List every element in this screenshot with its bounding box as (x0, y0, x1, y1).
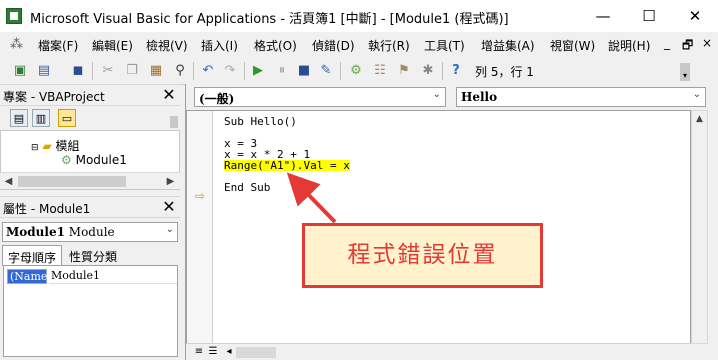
scroll-right-icon[interactable]: ▶ (162, 173, 179, 190)
code-hscroll-thumb[interactable] (236, 347, 276, 358)
design-mode-icon[interactable]: ✎ (316, 61, 336, 81)
chevron-down-icon: ⌄ (692, 89, 701, 100)
annotation-text: 程式錯誤位置 (347, 242, 498, 268)
doc-minimize-button[interactable]: _ (664, 36, 670, 50)
project-explorer-icon[interactable]: ⚙ (346, 61, 366, 81)
object-combo-value: (一般) (199, 92, 235, 106)
tab-categorized[interactable]: 性質分類 (64, 245, 122, 266)
reset-icon[interactable]: ■ (294, 61, 314, 81)
undo-icon[interactable]: ↶ (198, 61, 218, 81)
menu-bar: ⁂ 檔案(F) 編輯(E) 檢視(V) 插入(I) 格式(O) 偵錯(D) 執行… (0, 33, 718, 57)
object-combobox[interactable]: (一般) ⌄ (194, 87, 446, 107)
project-panel-close-button[interactable]: ✕ (160, 86, 178, 104)
cursor-position: 列 5，行 1 (475, 65, 534, 79)
procedure-combo-value: Hello (461, 90, 498, 104)
properties-tabs: 字母順序 性質分類 (0, 244, 180, 266)
project-toolbar-overflow[interactable] (170, 116, 178, 128)
vba-grip-icon: ⁂ (10, 37, 23, 52)
object-select[interactable]: Module1 Module ⌄ (2, 222, 178, 242)
module-icon: ⚙ (61, 153, 72, 167)
code-vscrollbar[interactable]: ▲ (691, 110, 708, 344)
folder-icon: ▰ (42, 139, 52, 153)
menu-format[interactable]: 格式(O) (254, 37, 297, 54)
project-panel-title: 專案 - VBAProject (3, 90, 105, 104)
execution-arrow-icon: ⇨ (195, 189, 206, 203)
code-line[interactable]: End Sub (224, 182, 270, 193)
scroll-up-icon[interactable]: ▲ (692, 111, 707, 127)
paste-icon[interactable]: ▦ (146, 61, 166, 81)
properties-panel-header: 屬性 - Module1 ✕ (0, 196, 180, 218)
properties-grid: (Name) Module1 (3, 265, 178, 357)
tree-item-modules[interactable]: ⊟ ▰ 模組 (31, 137, 79, 154)
tree-folder-label: 模組 (55, 139, 80, 153)
procedure-view-icon[interactable]: ≡ (192, 344, 206, 360)
window-title: Microsoft Visual Basic for Applications … (30, 12, 509, 27)
cut-icon[interactable]: ✂ (98, 61, 118, 81)
scroll-left-icon[interactable]: ◀ (0, 173, 17, 190)
toolbar-overflow-button[interactable]: ▾ (680, 63, 690, 81)
margin-indicator-bar[interactable] (187, 111, 213, 343)
chevron-down-icon: ⌄ (432, 89, 441, 100)
toggle-folders-icon[interactable]: ▭ (58, 109, 76, 127)
copy-icon[interactable]: ❐ (122, 61, 142, 81)
menu-file[interactable]: 檔案(F) (38, 37, 78, 54)
project-hscrollbar[interactable]: ◀ ▶ (0, 172, 180, 189)
project-toolbar: ▤ ▥ ▭ (0, 106, 180, 130)
properties-panel-title: 屬性 - Module1 (3, 202, 91, 216)
view-object-icon[interactable]: ▥ (32, 109, 50, 127)
tab-alphabetic[interactable]: 字母順序 (2, 245, 63, 266)
object-type: Module (68, 225, 115, 239)
save-icon[interactable]: ◼ (68, 61, 88, 81)
full-module-view-icon[interactable]: ☰ (206, 344, 220, 360)
property-name: (Name) (7, 269, 52, 284)
close-button[interactable]: ✕ (672, 0, 718, 32)
help-icon[interactable]: ? (446, 61, 466, 81)
code-line[interactable]: Sub Hello() (224, 116, 297, 127)
view-code-icon[interactable]: ▤ (10, 109, 28, 127)
tree-module-label: Module1 (75, 153, 127, 167)
properties-panel-close-button[interactable]: ✕ (160, 198, 178, 216)
collapse-icon[interactable]: ⊟ (31, 143, 39, 153)
find-icon[interactable]: ⚲ (170, 61, 190, 81)
menu-view[interactable]: 檢視(V) (146, 37, 188, 54)
run-icon[interactable]: ▶ (248, 61, 268, 81)
menu-help[interactable]: 說明(H) (608, 37, 650, 54)
annotation-callout: 程式錯誤位置 (302, 223, 543, 288)
chevron-down-icon: ⌄ (165, 224, 174, 235)
property-value[interactable]: Module1 (49, 269, 177, 284)
title-bar: Microsoft Visual Basic for Applications … (0, 0, 718, 33)
redo-icon[interactable]: ↷ (220, 61, 240, 81)
object-name: Module1 (6, 225, 65, 239)
doc-close-button[interactable]: × (702, 36, 712, 50)
properties-window-icon[interactable]: ☷ (370, 61, 390, 81)
object-browser-icon[interactable]: ⚑ (394, 61, 414, 81)
project-panel-header: 專案 - VBAProject ✕ (0, 84, 180, 106)
code-window: (一般) ⌄ Hello ⌄ ⇨ Sub Hello() x = 3 x = x… (185, 84, 718, 360)
excel-app-icon (6, 8, 22, 24)
scroll-thumb[interactable] (18, 176, 126, 187)
standard-toolbar: ▣ ▤ ◼ ✂ ❐ ▦ ⚲ ↶ ↷ ▶ ⏸ ■ ✎ ⚙ ☷ ⚑ ✱ ? 列 5，… (0, 57, 718, 85)
menu-run[interactable]: 執行(R) (368, 37, 410, 54)
toolbox-icon[interactable]: ✱ (418, 61, 438, 81)
menu-tools[interactable]: 工具(T) (424, 37, 465, 54)
procedure-combobox[interactable]: Hello ⌄ (456, 87, 706, 107)
menu-window[interactable]: 視窗(W) (550, 37, 595, 54)
menu-insert[interactable]: 插入(I) (201, 37, 238, 54)
minimize-button[interactable]: — (580, 0, 626, 32)
maximize-button[interactable]: ☐ (626, 0, 672, 32)
code-window-bottom-bar: ≡ ☰ ◂ (186, 343, 691, 360)
break-icon[interactable]: ⏸ (272, 61, 292, 81)
view-excel-icon[interactable]: ▣ (10, 61, 30, 81)
doc-restore-button[interactable]: 🗗 (682, 36, 693, 57)
insert-module-icon[interactable]: ▤ (34, 61, 54, 81)
scroll-left-icon[interactable]: ◂ (222, 344, 236, 360)
menu-edit[interactable]: 編輯(E) (92, 37, 133, 54)
menu-debug[interactable]: 偵錯(D) (312, 37, 355, 54)
tree-item-module1[interactable]: ⚙ Module1 (61, 153, 127, 167)
menu-addins[interactable]: 增益集(A) (481, 37, 535, 54)
code-line-highlighted[interactable]: Range("A1").Val = x (224, 160, 350, 171)
